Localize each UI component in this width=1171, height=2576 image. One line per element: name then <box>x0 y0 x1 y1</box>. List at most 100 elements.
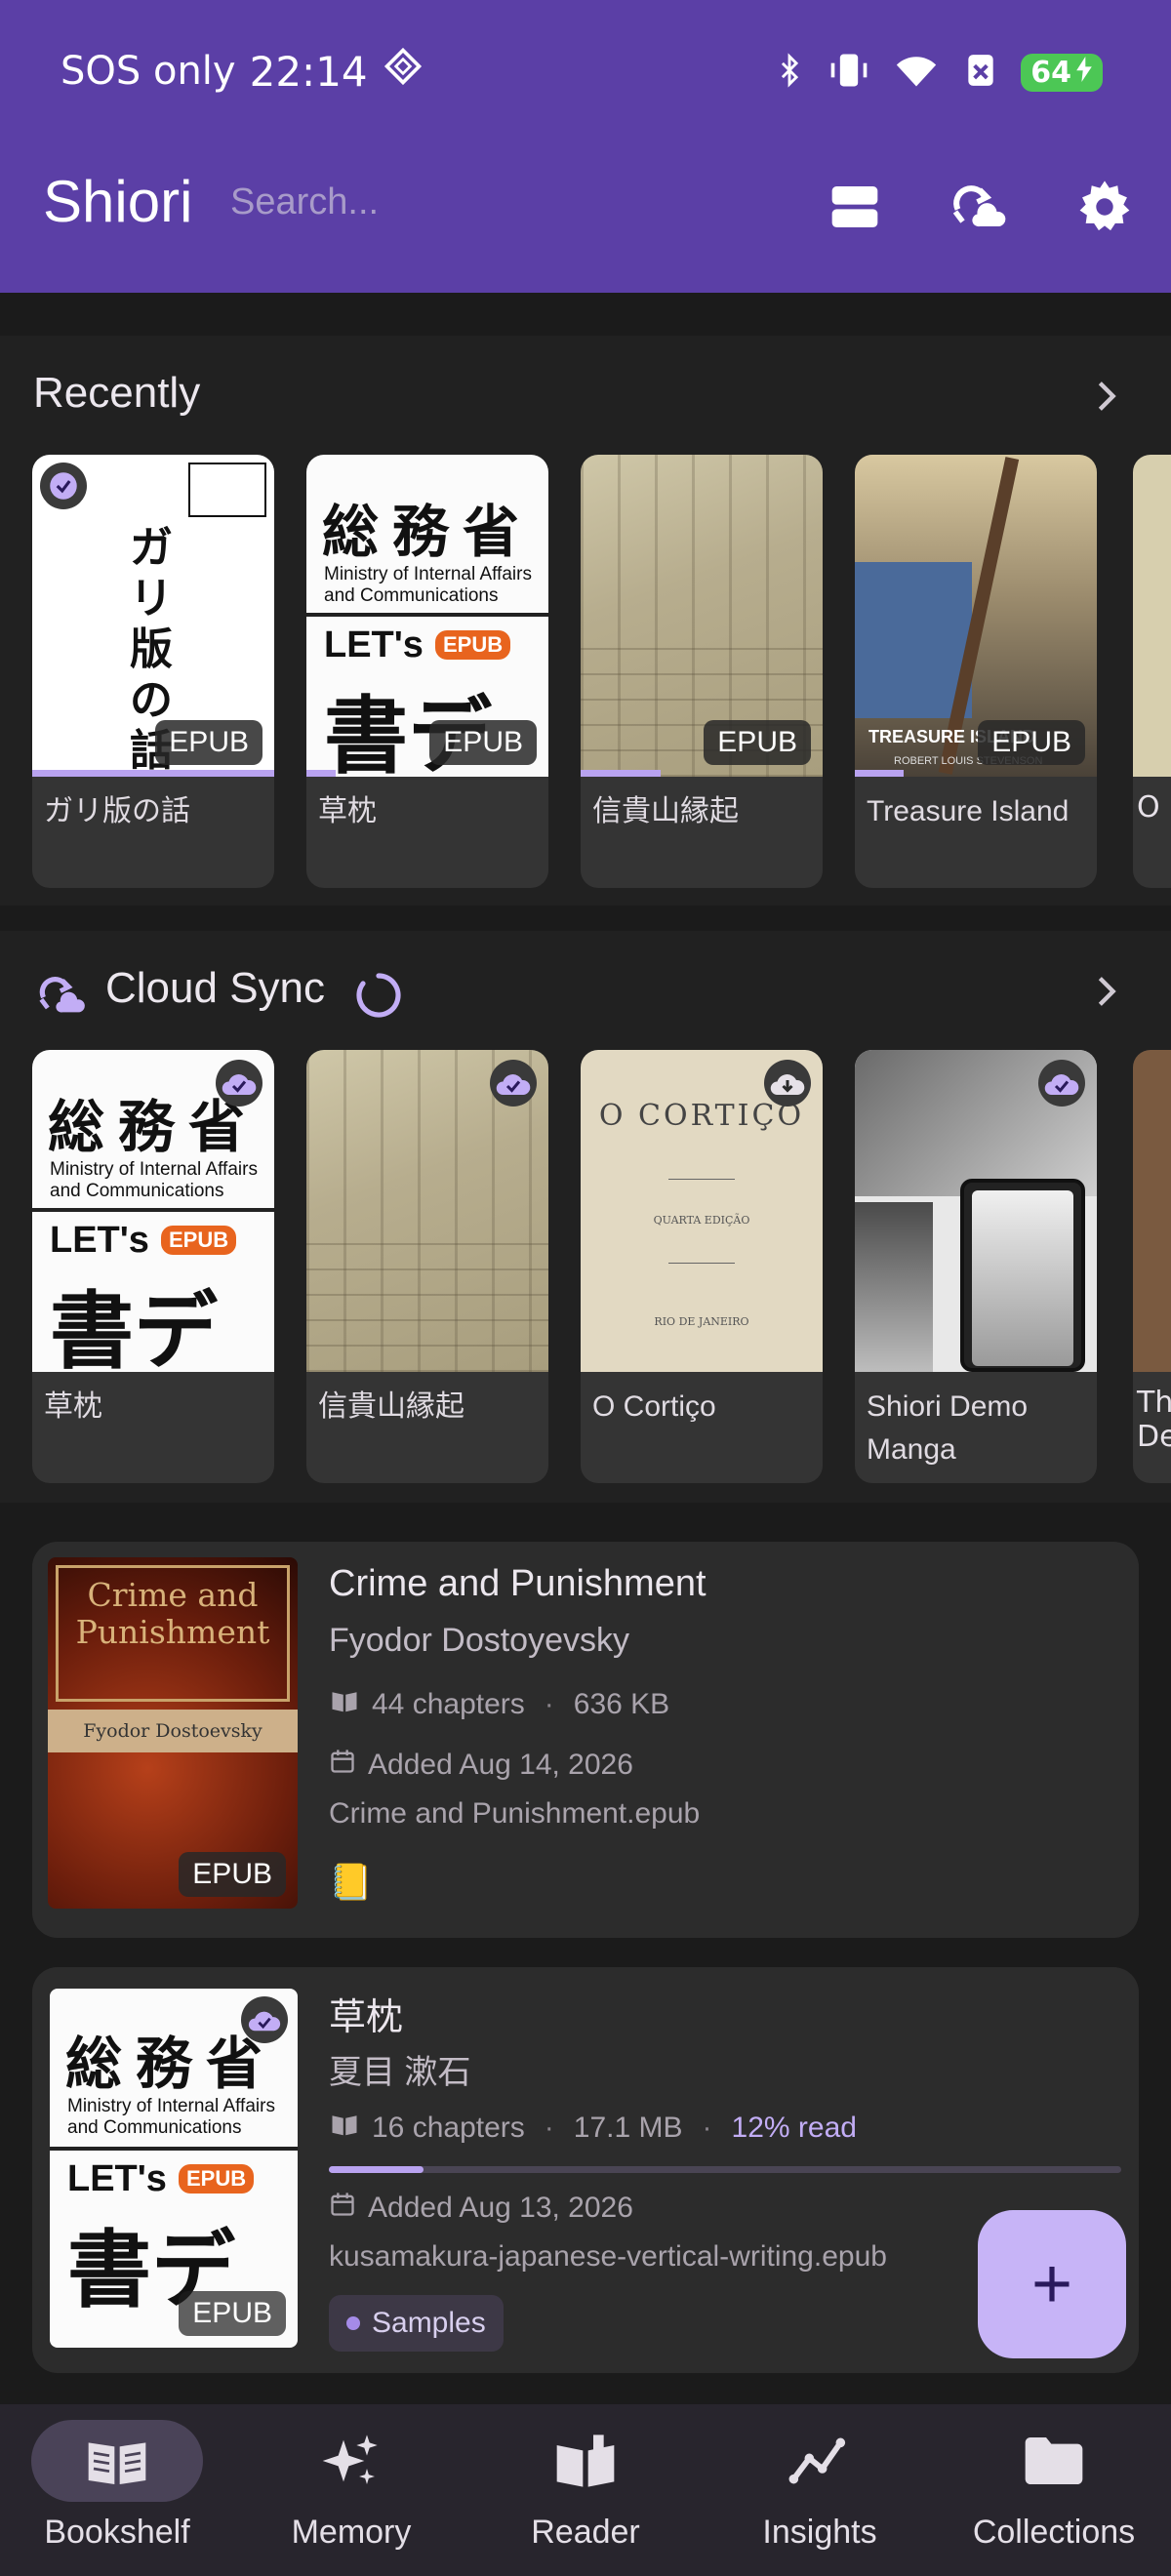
format-badge: EPUB <box>704 720 811 765</box>
read-progress-bar <box>32 770 274 777</box>
chapters-count: 16 chapters <box>372 2112 525 2144</box>
cloud-book-card-partial[interactable]: Th De <box>1133 1050 1171 1483</box>
book-cover: 総務省 Ministry of Internal Affairs and Com… <box>306 455 548 777</box>
recent-book-card-partial[interactable]: O <box>1133 455 1171 888</box>
cover-epub-tag: EPUB <box>435 630 511 660</box>
date-added: Added Aug 14, 2026 <box>368 1749 633 1781</box>
read-progress-bar <box>306 770 336 777</box>
recent-book-card[interactable]: 総務省 Ministry of Internal Affairs and Com… <box>306 455 548 888</box>
card-title: ガリ版の話 <box>44 795 190 827</box>
cloud-synced-icon <box>1038 1060 1085 1107</box>
cover-epub-tag: EPUB <box>179 2164 255 2194</box>
cover-kanji-text: 総務省 <box>322 499 534 565</box>
cloud-book-card[interactable]: 信貴山縁起 <box>306 1050 548 1483</box>
book-meta: 16 chapters · 17.1 MB · 12% read <box>329 2110 857 2147</box>
clock-text: 22:14 <box>249 47 368 96</box>
cloud-book-card[interactable]: Shiori Demo Manga <box>855 1050 1097 1483</box>
book-cover <box>855 1050 1097 1372</box>
nav-bookshelf[interactable]: Bookshelf <box>0 2404 234 2576</box>
book-cover: TREASURE ISLAND ROBERT LOUIS STEVENSON E… <box>855 455 1097 777</box>
search-input[interactable]: Search... <box>230 181 379 223</box>
cover-author-text: Fyodor Dostoevsky <box>48 1710 298 1752</box>
bluetooth-icon <box>773 49 806 96</box>
book-title: 草枕 <box>329 1997 404 2038</box>
book-title: Crime and Punishment <box>329 1563 707 1604</box>
card-title: 草枕 <box>44 1390 102 1423</box>
card-title: Shiori Demo Manga <box>867 1390 1029 1466</box>
insights-chart-icon <box>734 2420 906 2502</box>
cloud-book-card[interactable]: O CORTIÇO QUARTA EDIÇÃO RIO DE JANEIRO O… <box>581 1050 823 1483</box>
cover-lets-text: LET's <box>324 624 424 665</box>
wifi-icon <box>892 49 941 96</box>
file-name: kusamakura-japanese-vertical-writing.epu… <box>329 2240 887 2273</box>
file-size: 17.1 MB <box>573 2112 683 2144</box>
collection-chip[interactable]: Samples <box>329 2295 504 2352</box>
nav-label: Collections <box>972 2514 1136 2551</box>
nav-label: Bookshelf <box>44 2514 190 2551</box>
cover-shodeji-text: 書デジ <box>50 1283 218 1372</box>
chapters-book-icon <box>329 2110 360 2147</box>
card-title: 草枕 <box>318 795 377 827</box>
cloud-sync-section: Cloud Sync 総務省 Ministry of Internal Affa… <box>0 931 1171 1503</box>
cloud-book-card[interactable]: 総務省 Ministry of Internal Affairs and Com… <box>32 1050 274 1483</box>
app-title: Shiori <box>43 169 193 234</box>
date-added-row: Added Aug 13, 2026 <box>329 2190 633 2227</box>
nav-label: Insights <box>762 2514 877 2551</box>
nav-insights[interactable]: Insights <box>703 2404 937 2576</box>
card-title: 信貴山縁起 <box>318 1390 464 1423</box>
file-name: Crime and Punishment.epub <box>329 1797 701 1830</box>
cover-publisher-text: RIO DE JANEIRO <box>654 1315 749 1328</box>
cloud-sync-icon[interactable] <box>949 176 1011 238</box>
recent-book-card[interactable]: TREASURE ISLAND ROBERT LOUIS STEVENSON E… <box>855 455 1097 888</box>
nav-memory[interactable]: Memory <box>234 2404 468 2576</box>
library-list-item[interactable]: 総務省 Ministry of Internal Affairs and Com… <box>32 1967 1139 2373</box>
library-list-item[interactable]: Crime and Punishment Fyodor Dostoevsky E… <box>32 1542 1139 1938</box>
charging-bolt-icon <box>1075 56 1093 90</box>
vibrate-icon <box>828 49 870 96</box>
book-thumbnail: 総務省 Ministry of Internal Affairs and Com… <box>50 1989 298 2348</box>
date-added-row: Added Aug 14, 2026 <box>329 1747 633 1784</box>
chapters-count: 44 chapters <box>372 1688 525 1720</box>
cloud-download-icon <box>764 1060 811 1107</box>
cover-epub-tag: EPUB <box>161 1226 237 1255</box>
format-badge: EPUB <box>155 720 262 765</box>
cloud-sync-title: Cloud Sync <box>105 964 326 1012</box>
nav-reader[interactable]: Reader <box>468 2404 703 2576</box>
card-title: 信貴山縁起 <box>592 795 739 827</box>
no-sim-icon <box>962 49 999 96</box>
app-header: SOS only 22:14 64 Shiori Search... <box>0 0 1171 293</box>
cloud-sync-more-chevron-icon[interactable] <box>1087 972 1126 1015</box>
top-app-bar: Shiori Search... <box>0 156 1171 254</box>
folder-icon <box>968 2420 1140 2502</box>
cover-subtitle-text: QUARTA EDIÇÃO <box>653 1214 750 1227</box>
card-title: Th De <box>1137 1386 1171 1454</box>
selected-check-icon <box>40 463 87 509</box>
book-cover: ガリ版の話 EPUB <box>32 455 274 777</box>
card-title: O Cortiço <box>592 1390 716 1423</box>
settings-gear-icon[interactable] <box>1073 176 1136 238</box>
recently-section: Recently ガリ版の話 EPUB ガリ版の話 総務省 Ministry o… <box>0 336 1171 906</box>
cover-lets-text: LET's <box>50 1220 149 1261</box>
add-book-fab-button[interactable]: + <box>978 2210 1126 2358</box>
view-mode-icon[interactable] <box>824 176 886 238</box>
cover-ministry-text: Ministry of Internal Affairs and Communi… <box>67 2096 275 2138</box>
battery-level: 64 <box>1030 55 1071 90</box>
book-open-icon <box>31 2420 203 2502</box>
recently-more-chevron-icon[interactable] <box>1087 377 1126 420</box>
format-badge: EPUB <box>429 720 537 765</box>
book-cover <box>306 1050 548 1372</box>
cover-ministry-text: Ministry of Internal Affairs and Communi… <box>50 1159 258 1201</box>
read-progress-bar <box>581 770 661 777</box>
book-author: Fyodor Dostoyevsky <box>329 1622 629 1659</box>
card-title: Treasure Island <box>867 795 1070 827</box>
recently-title: Recently <box>33 369 201 417</box>
collection-label: Samples <box>372 2307 486 2339</box>
read-progress-bar <box>329 2166 1121 2173</box>
read-progress-bar <box>855 770 904 777</box>
cloud-synced-icon <box>216 1060 262 1107</box>
book-cover: O CORTIÇO QUARTA EDIÇÃO RIO DE JANEIRO <box>581 1050 823 1372</box>
recent-book-card[interactable]: EPUB 信貴山縁起 <box>581 455 823 888</box>
nav-collections[interactable]: Collections <box>937 2404 1171 2576</box>
carrier-text: SOS only <box>61 49 236 94</box>
recent-book-card[interactable]: ガリ版の話 EPUB ガリ版の話 <box>32 455 274 888</box>
